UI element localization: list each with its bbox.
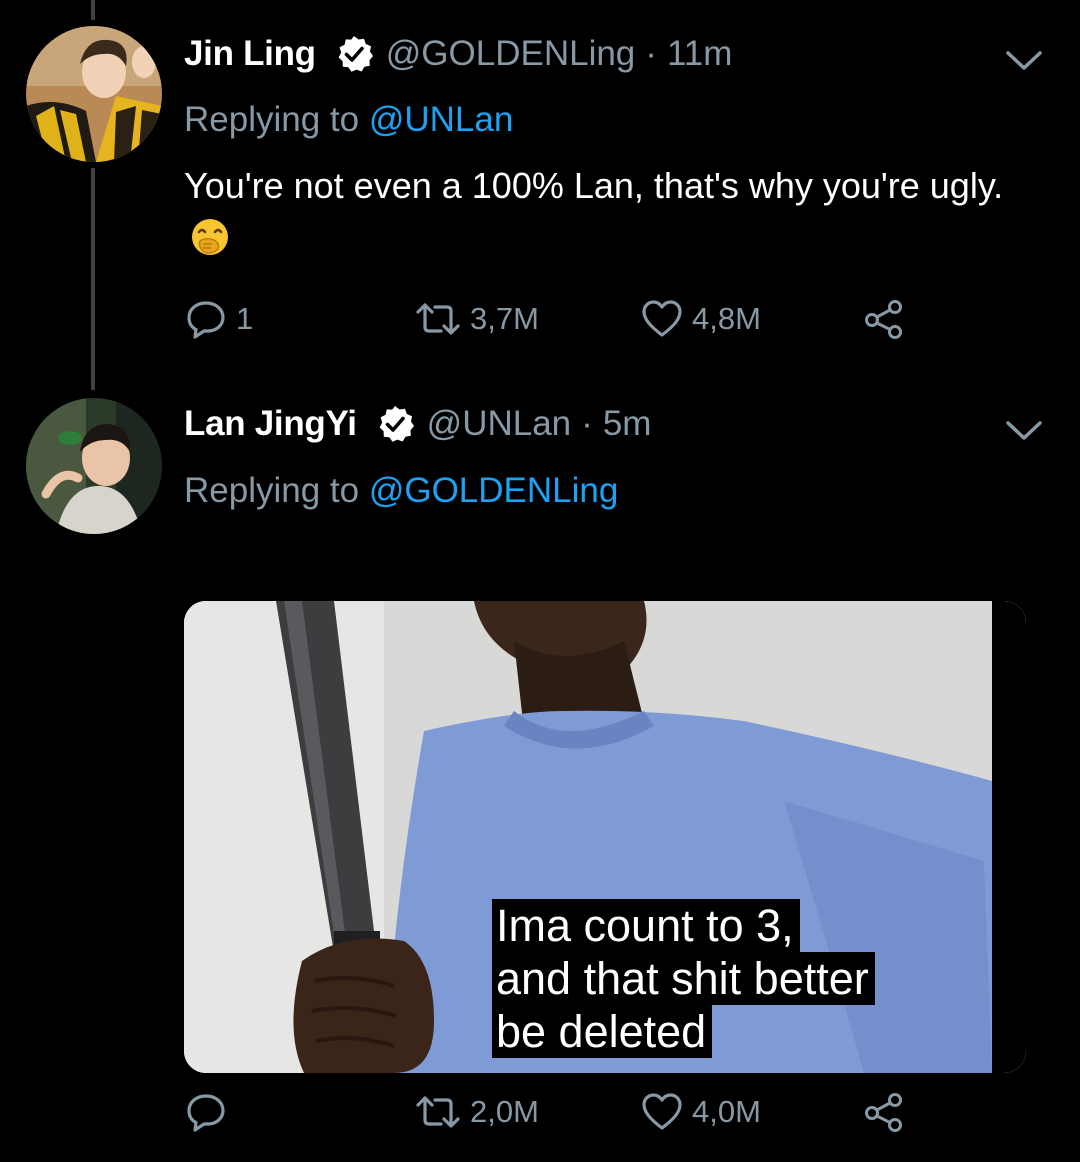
- timestamp[interactable]: 11m: [667, 34, 733, 74]
- replying-to: Replying to @GOLDENLing: [184, 471, 618, 511]
- retweet-icon: [416, 1096, 460, 1128]
- replying-to: Replying to @UNLan: [184, 100, 513, 140]
- retweet-button[interactable]: 2,0M: [414, 1090, 539, 1134]
- separator: ·: [581, 404, 593, 443]
- display-name[interactable]: Jin Ling: [184, 34, 316, 74]
- mention-link[interactable]: @UNLan: [369, 100, 513, 139]
- verified-badge-icon: [334, 34, 374, 74]
- handle[interactable]: @UNLan: [427, 404, 571, 444]
- retweet-count: 3,7M: [470, 301, 539, 336]
- retweet-button[interactable]: 3,7M: [414, 297, 539, 341]
- like-count: 4,8M: [692, 301, 761, 336]
- reply-button[interactable]: 1: [184, 297, 253, 341]
- chevron-down-icon[interactable]: [1004, 418, 1044, 444]
- retweet-count: 2,0M: [470, 1094, 539, 1129]
- verified-badge-icon: [375, 404, 415, 444]
- caption-line-2: and that shit better: [492, 952, 875, 1005]
- replying-prefix: Replying to: [184, 100, 369, 139]
- timeline: Jin Ling @GOLDENLing · 11m Replying to @…: [0, 0, 1080, 1162]
- avatar-lan-jingyi[interactable]: [26, 398, 162, 534]
- heart-icon: [642, 300, 682, 337]
- share-button[interactable]: [862, 297, 914, 341]
- handle[interactable]: @GOLDENLing: [386, 34, 636, 74]
- caption-line-3: be deleted: [492, 1005, 713, 1058]
- avatar-photo: [26, 26, 162, 162]
- replying-prefix: Replying to: [184, 471, 369, 510]
- tweet-header: Jin Ling @GOLDENLing · 11m: [184, 34, 732, 74]
- reply-count: 1: [236, 301, 254, 336]
- retweet-icon: [416, 303, 460, 335]
- share-button[interactable]: [862, 1090, 914, 1134]
- mention-link[interactable]: @GOLDENLing: [369, 471, 619, 510]
- reply-button[interactable]: [184, 1090, 236, 1134]
- like-button[interactable]: 4,8M: [640, 297, 761, 341]
- avatar-photo: [26, 398, 162, 534]
- timestamp[interactable]: 5m: [603, 404, 652, 444]
- meme-caption: Ima count to 3, and that shit better be …: [492, 899, 875, 1058]
- tweet-text: You're not even a 100% Lan, that's why y…: [184, 160, 1014, 262]
- reply-icon: [187, 301, 225, 339]
- tweet-actions: 2,0M 4,0M: [184, 1090, 914, 1140]
- like-count: 4,0M: [692, 1094, 761, 1129]
- heart-icon: [642, 1093, 682, 1130]
- thread-line-connector: [91, 168, 95, 390]
- like-button[interactable]: 4,0M: [640, 1090, 761, 1134]
- thread-line-top: [91, 0, 95, 20]
- tweet-header: Lan JingYi @UNLan · 5m: [184, 404, 651, 444]
- chevron-down-icon[interactable]: [1004, 48, 1044, 74]
- share-icon: [865, 1093, 902, 1132]
- share-icon: [865, 300, 902, 339]
- tweet-text-content: You're not even a 100% Lan, that's why y…: [184, 165, 1004, 206]
- face-with-hand-over-mouth-icon: [190, 217, 230, 257]
- tweet-actions: 1 3,7M 4,8M: [184, 297, 914, 347]
- display-name[interactable]: Lan JingYi: [184, 404, 357, 444]
- caption-line-1: Ima count to 3,: [492, 899, 800, 952]
- avatar-jin-ling[interactable]: [26, 26, 162, 162]
- separator: ·: [645, 34, 657, 73]
- reply-icon: [187, 1094, 225, 1132]
